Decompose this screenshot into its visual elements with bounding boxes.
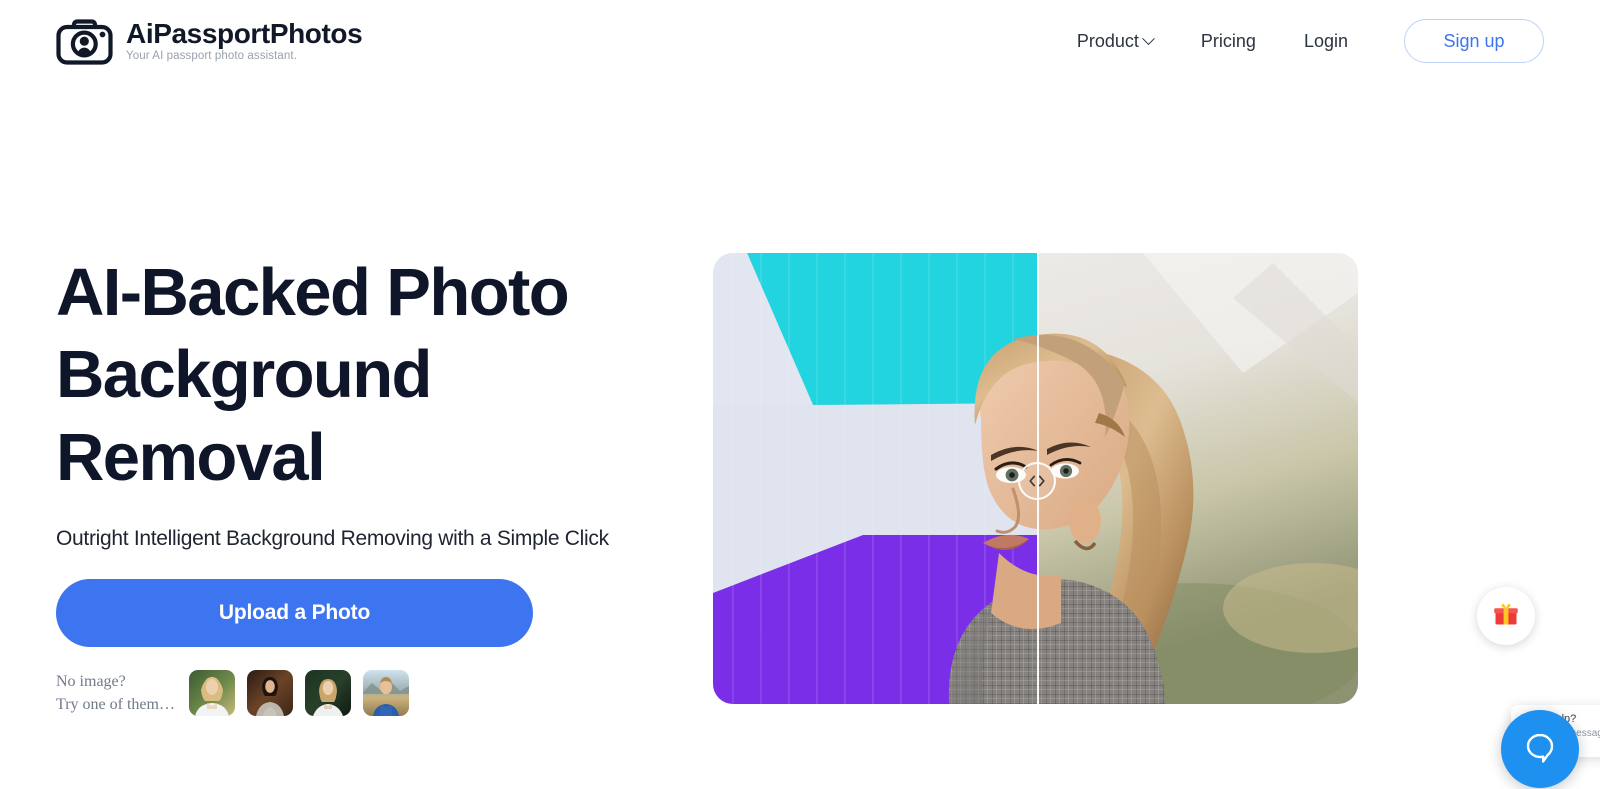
signup-button-label: Sign up xyxy=(1443,30,1505,51)
sample-thumbnails xyxy=(189,670,409,717)
hero-copy: AI-Backed Photo Background Removal Outri… xyxy=(56,252,696,717)
hero-subheadline: Outright Intelligent Background Removing… xyxy=(56,527,609,551)
nav-item-pricing-label: Pricing xyxy=(1200,30,1256,51)
upload-photo-button[interactable]: Upload a Photo xyxy=(56,579,533,648)
gift-promo-button[interactable] xyxy=(1477,587,1535,645)
help-chat-button[interactable] xyxy=(1501,710,1579,788)
main-navigation: Product Pricing Login Sign up xyxy=(1053,19,1544,63)
landing-page: AiPassportPhotos Your AI passport photo … xyxy=(0,0,1600,789)
nav-item-product-label: Product xyxy=(1076,30,1139,51)
before-after-comparison[interactable] xyxy=(713,253,1358,704)
sample-thumb-4[interactable] xyxy=(363,670,409,717)
nav-item-pricing[interactable]: Pricing xyxy=(1177,31,1280,52)
brand-text: AiPassportPhotos Your AI passport photo … xyxy=(126,17,363,63)
upload-photo-button-label: Upload a Photo xyxy=(218,601,371,625)
signup-button[interactable]: Sign up xyxy=(1404,19,1544,63)
page-title: AI-Backed Photo Background Removal xyxy=(56,255,570,495)
sample-thumb-3[interactable] xyxy=(305,670,351,717)
chat-bubble-icon xyxy=(1520,727,1560,772)
site-header: AiPassportPhotos Your AI passport photo … xyxy=(0,0,1600,82)
chevron-down-icon xyxy=(1142,31,1155,45)
sample-images-row: No image? Try one of them… xyxy=(56,670,696,717)
brand-name: AiPassportPhotos xyxy=(126,17,363,49)
sample-images-label: No image? Try one of them… xyxy=(56,670,189,716)
gift-icon xyxy=(1493,601,1519,632)
nav-item-login-label: Login xyxy=(1303,30,1348,51)
sample-thumb-2[interactable] xyxy=(247,670,293,717)
nav-item-login[interactable]: Login xyxy=(1280,31,1372,52)
sample-thumb-1[interactable] xyxy=(189,670,235,717)
brand-tagline: Your AI passport photo assistant. xyxy=(126,50,298,63)
nav-item-product[interactable]: Product xyxy=(1053,31,1177,52)
sample-images-label-line2: Try one of them… xyxy=(56,696,175,714)
brand-logo[interactable]: AiPassportPhotos Your AI passport photo … xyxy=(56,17,363,65)
sample-images-label-line1: No image? xyxy=(56,673,126,691)
comparison-slider-handle[interactable] xyxy=(1017,461,1056,500)
left-right-chevrons-icon xyxy=(1027,474,1047,488)
camera-portrait-icon xyxy=(56,18,113,65)
